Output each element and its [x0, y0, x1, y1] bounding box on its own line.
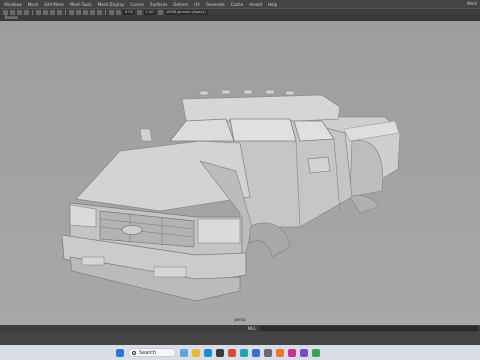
- widgets-icon[interactable]: [180, 348, 188, 357]
- search-label: Search: [139, 349, 157, 356]
- gamma-field[interactable]: 1.00: [143, 9, 156, 15]
- menu-windows[interactable]: Windows: [4, 2, 22, 7]
- gate-mask-icon[interactable]: [57, 9, 62, 15]
- roof-marker-light: [221, 89, 231, 95]
- windows-taskbar: Search: [0, 345, 480, 360]
- menu-deform[interactable]: Deform: [173, 2, 188, 7]
- menu-generate[interactable]: Generate: [206, 2, 225, 7]
- app-purple-icon[interactable]: [300, 348, 308, 357]
- bumper-slot: [81, 256, 105, 266]
- camera-label: persp: [234, 317, 246, 322]
- mel-label[interactable]: MEL: [0, 326, 260, 331]
- app-blue-icon[interactable]: [252, 348, 260, 357]
- truck-model: [0, 21, 480, 325]
- smooth-shade-icon[interactable]: [76, 9, 81, 15]
- textured-icon[interactable]: [83, 9, 88, 15]
- select-camera-icon[interactable]: [3, 9, 8, 15]
- bookmark-icon[interactable]: [17, 9, 22, 15]
- roof-marker-light: [265, 89, 275, 95]
- taskbar-search[interactable]: Search: [128, 348, 176, 357]
- right-headlight: [197, 218, 241, 244]
- wireframe-icon[interactable]: [69, 9, 74, 15]
- status-area: [0, 332, 480, 345]
- viewport-toolbar: 0.00 1.00 sRGB gamma (legacy): [0, 8, 480, 15]
- side-mirror: [307, 156, 331, 174]
- left-mirror: [139, 128, 153, 142]
- toolbar-divider: [65, 9, 66, 15]
- toolbar-divider: [105, 9, 106, 15]
- cab-roof: [181, 94, 341, 122]
- menu-mesh[interactable]: Mesh: [28, 2, 39, 7]
- command-line: MEL: [0, 325, 480, 332]
- isolate-icon[interactable]: [116, 9, 121, 15]
- grid-icon[interactable]: [36, 9, 41, 15]
- menu-mesh-display[interactable]: Mesh Display: [98, 2, 125, 7]
- file-explorer-icon[interactable]: [192, 348, 200, 357]
- menu-curves[interactable]: Curves: [130, 2, 144, 7]
- settings-icon[interactable]: [264, 348, 272, 357]
- command-input[interactable]: [260, 326, 478, 331]
- menu-edit-mesh[interactable]: Edit Mesh: [44, 2, 64, 7]
- roof-marker-light: [243, 89, 253, 95]
- store-icon[interactable]: [216, 348, 224, 357]
- menu-uv[interactable]: UV: [194, 2, 200, 7]
- menu-cache[interactable]: Cache: [231, 2, 243, 7]
- toolbar-divider: [32, 9, 33, 15]
- color-management-icon[interactable]: [157, 9, 163, 15]
- license-plate-area: [153, 266, 187, 278]
- resolution-gate-icon[interactable]: [50, 9, 55, 15]
- roof-marker-light: [285, 90, 295, 96]
- menu-help[interactable]: Help: [268, 2, 277, 7]
- menu-surfaces[interactable]: Surfaces: [150, 2, 167, 7]
- menu-mesh-tools[interactable]: Mesh Tools: [70, 2, 92, 7]
- left-headlight: [69, 204, 97, 228]
- chrome-icon[interactable]: [228, 348, 236, 357]
- app-green-icon[interactable]: [312, 348, 320, 357]
- emblem: [121, 225, 143, 235]
- front-door-window: [229, 118, 297, 142]
- 3d-viewport[interactable]: persp: [0, 21, 480, 325]
- exposure-field[interactable]: 0.00: [123, 9, 135, 15]
- shadows-icon[interactable]: [97, 9, 102, 15]
- maya-icon[interactable]: [240, 348, 248, 357]
- xray-icon[interactable]: [109, 9, 114, 15]
- colorspace-select[interactable]: sRGB gamma (legacy): [164, 9, 208, 15]
- image-plane-icon[interactable]: [24, 9, 29, 15]
- app-orange-icon[interactable]: [276, 348, 284, 357]
- menu-bar: Windows Mesh Edit Mesh Mesh Tools Mesh D…: [0, 0, 480, 8]
- instagram-icon[interactable]: [288, 348, 296, 357]
- lights-icon[interactable]: [90, 9, 95, 15]
- windows-start-icon[interactable]: [116, 348, 124, 357]
- camera-attributes-icon[interactable]: [10, 9, 15, 15]
- edge-browser-icon[interactable]: [204, 348, 212, 357]
- workspace-label[interactable]: Work: [467, 1, 477, 6]
- search-icon: [132, 350, 136, 355]
- film-gate-icon[interactable]: [43, 9, 48, 15]
- roof-marker-light: [199, 90, 209, 96]
- menu-arnold[interactable]: Arnold: [249, 2, 262, 7]
- gamma-icon[interactable]: [136, 9, 142, 15]
